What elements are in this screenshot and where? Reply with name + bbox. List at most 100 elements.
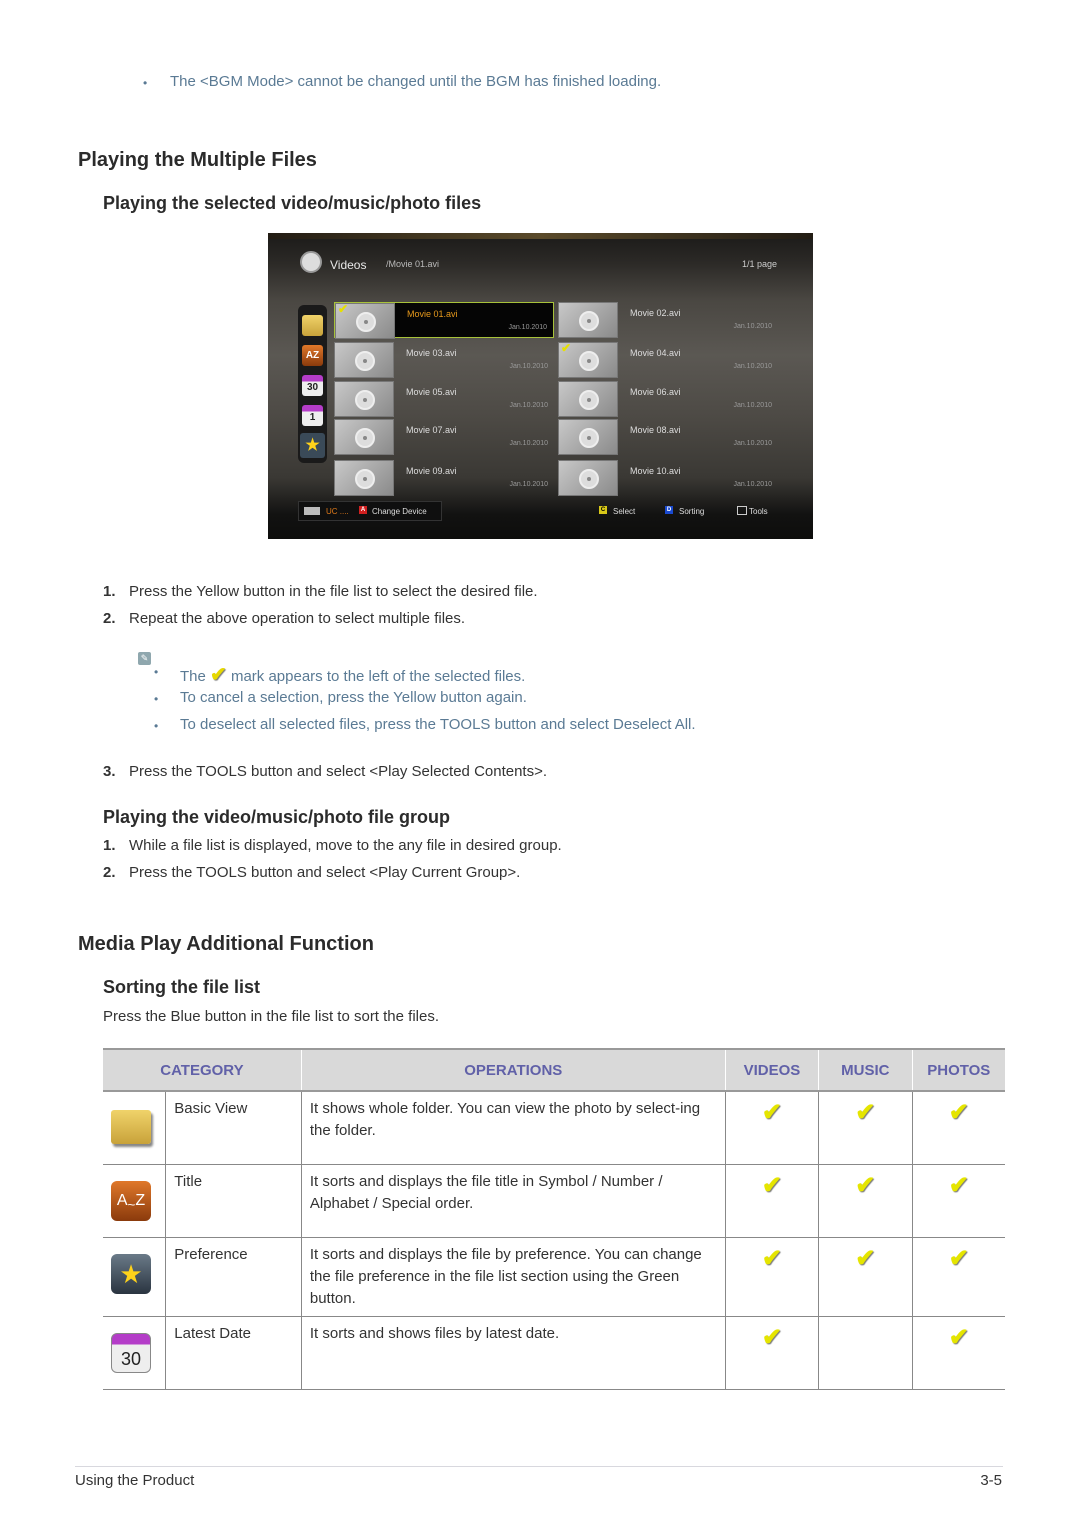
file-name: Movie 01.avi — [407, 309, 458, 319]
note-checkmark: The ✔ mark appears to the left of the se… — [180, 662, 525, 687]
change-device-label[interactable]: Change Device — [372, 507, 427, 516]
selected-check-icon: ✔ — [338, 302, 349, 316]
video-thumbnail: ✔ — [558, 341, 618, 378]
music-cell: ✔ — [818, 1091, 913, 1165]
step-text: Press the TOOLS button and select <Play … — [129, 763, 548, 780]
check-icon: ✔ — [855, 1171, 876, 1199]
music-cell: ✔ — [818, 1164, 913, 1238]
check-icon: ✔ — [761, 1244, 782, 1272]
subsection-title-sorting: Sorting the file list — [103, 977, 261, 997]
file-name: Movie 08.avi — [630, 425, 681, 435]
note-deselect: To deselect all selected files, press th… — [180, 716, 696, 733]
check-icon: ✔ — [948, 1171, 969, 1199]
file-tile[interactable]: ✔ Movie 01.avi Jan.10.2010 — [334, 302, 554, 339]
videos-cell: ✔ — [725, 1164, 820, 1238]
file-name: Movie 03.avi — [406, 348, 457, 358]
file-tile[interactable]: Movie 03.avi Jan.10.2010 — [334, 342, 554, 378]
film-reel-icon — [355, 428, 375, 448]
note-text-post: mark appears to the left of the selected… — [230, 668, 526, 685]
category-name: Basic View — [165, 1091, 302, 1165]
tv-file-list-screenshot: Videos /Movie 01.avi 1/1 page AZ 30 1 ★ … — [268, 233, 813, 539]
table-header-row: CATEGORY OPERATIONS VIDEOS MUSIC PHOTOS — [103, 1048, 1005, 1092]
red-a-key-icon: A — [359, 506, 367, 514]
file-date: Jan.10.2010 — [733, 481, 772, 488]
step-text: Press the TOOLS button and select <Play … — [129, 864, 521, 881]
videos-cell: ✔ — [725, 1091, 820, 1165]
photos-cell: ✔ — [912, 1091, 1005, 1165]
film-reel-icon — [579, 390, 599, 410]
table-row: 30 Latest Date It sorts and shows files … — [103, 1316, 1005, 1390]
file-tile[interactable]: Movie 05.avi Jan.10.2010 — [334, 381, 554, 417]
file-tile[interactable]: Movie 07.avi Jan.10.2010 — [334, 419, 554, 455]
category-icon-cell: A~Z — [103, 1164, 167, 1238]
tv-top-strip — [268, 233, 813, 239]
a-z-icon: A~Z — [111, 1180, 151, 1221]
video-thumbnail — [334, 342, 394, 378]
check-icon: ✔ — [761, 1171, 782, 1199]
video-thumbnail — [558, 381, 618, 417]
device-name: UC .... — [326, 507, 349, 516]
select-label[interactable]: Select — [613, 507, 635, 516]
calendar-30-icon[interactable]: 30 — [302, 375, 323, 396]
folder-icon[interactable] — [302, 315, 323, 336]
operation-text: It shows whole folder. You can view the … — [301, 1091, 726, 1165]
table-row: ★ Preference It sorts and displays the f… — [103, 1237, 1005, 1317]
operation-text: It sorts and displays the file by prefer… — [301, 1237, 726, 1317]
file-tile[interactable]: Movie 02.avi Jan.10.2010 — [558, 302, 778, 338]
check-icon: ✔ — [761, 1323, 782, 1351]
step-number: 1. — [103, 837, 116, 854]
footer-divider — [75, 1466, 1003, 1467]
step-text: While a file list is displayed, move to … — [129, 837, 562, 854]
file-tile[interactable]: Movie 06.avi Jan.10.2010 — [558, 381, 778, 417]
file-tile[interactable]: Movie 09.avi Jan.10.2010 — [334, 460, 554, 496]
step-3: 3. Press the TOOLS button and select <Pla… — [103, 763, 547, 780]
table-row: A~Z Title It sorts and displays the file… — [103, 1164, 1005, 1238]
category-icon-cell: 30 — [103, 1316, 167, 1390]
file-tile[interactable]: Movie 10.avi Jan.10.2010 — [558, 460, 778, 496]
file-date: Jan.10.2010 — [509, 402, 548, 409]
star-icon[interactable]: ★ — [300, 433, 325, 458]
a-z-icon[interactable]: AZ — [302, 345, 323, 366]
file-date: Jan.10.2010 — [733, 363, 772, 370]
film-reel-icon — [579, 469, 599, 489]
video-thumbnail: ✔ — [335, 302, 395, 339]
tv-sort-sidebar: AZ 30 1 ★ — [298, 305, 327, 463]
yellow-check-icon: ✔ — [210, 664, 227, 686]
step-number: 1. — [103, 583, 116, 600]
file-date: Jan.10.2010 — [733, 402, 772, 409]
usb-device-icon — [304, 507, 320, 515]
tv-path: /Movie 01.avi — [386, 259, 440, 269]
video-thumbnail — [558, 302, 618, 338]
bgm-note: The <BGM Mode> cannot be changed until t… — [170, 73, 662, 90]
file-tile[interactable]: Movie 08.avi Jan.10.2010 — [558, 419, 778, 455]
step-number: 3. — [103, 763, 116, 780]
star-icon: ★ — [111, 1253, 151, 1294]
operation-text: It sorts and shows files by latest date. — [301, 1316, 726, 1390]
film-reel-icon — [355, 390, 375, 410]
video-thumbnail — [558, 419, 618, 455]
tv-page-indicator: 1/1 page — [741, 259, 777, 269]
step-1: 1. Press the Yellow button in the file li… — [103, 583, 538, 600]
subsection-title-selected-files: Playing the selected video/music/photo f… — [103, 193, 482, 213]
file-name: Movie 07.avi — [406, 425, 457, 435]
film-reel-icon — [355, 351, 375, 371]
category-name: Latest Date — [165, 1316, 302, 1390]
video-thumbnail — [334, 460, 394, 496]
file-name: Movie 05.avi — [406, 387, 457, 397]
video-thumbnail — [334, 419, 394, 455]
sorting-label[interactable]: Sorting — [679, 507, 704, 516]
film-reel-icon — [356, 312, 376, 332]
table-row: Basic View It shows whole folder. You ca… — [103, 1091, 1005, 1165]
calendar-1-icon[interactable]: 1 — [302, 405, 323, 426]
film-reel-icon — [579, 351, 599, 371]
step-text: Repeat the above operation to select mul… — [129, 610, 466, 627]
file-name: Movie 04.avi — [630, 348, 681, 358]
file-tile[interactable]: ✔ Movie 04.avi Jan.10.2010 — [558, 341, 778, 378]
tools-label[interactable]: Tools — [749, 507, 768, 516]
bullet: • — [143, 76, 148, 90]
file-name: Movie 02.avi — [630, 308, 681, 318]
header-operations: OPERATIONS — [300, 1048, 726, 1092]
photos-cell: ✔ — [912, 1316, 1005, 1390]
videos-cell: ✔ — [725, 1316, 820, 1390]
photos-cell: ✔ — [912, 1237, 1005, 1317]
